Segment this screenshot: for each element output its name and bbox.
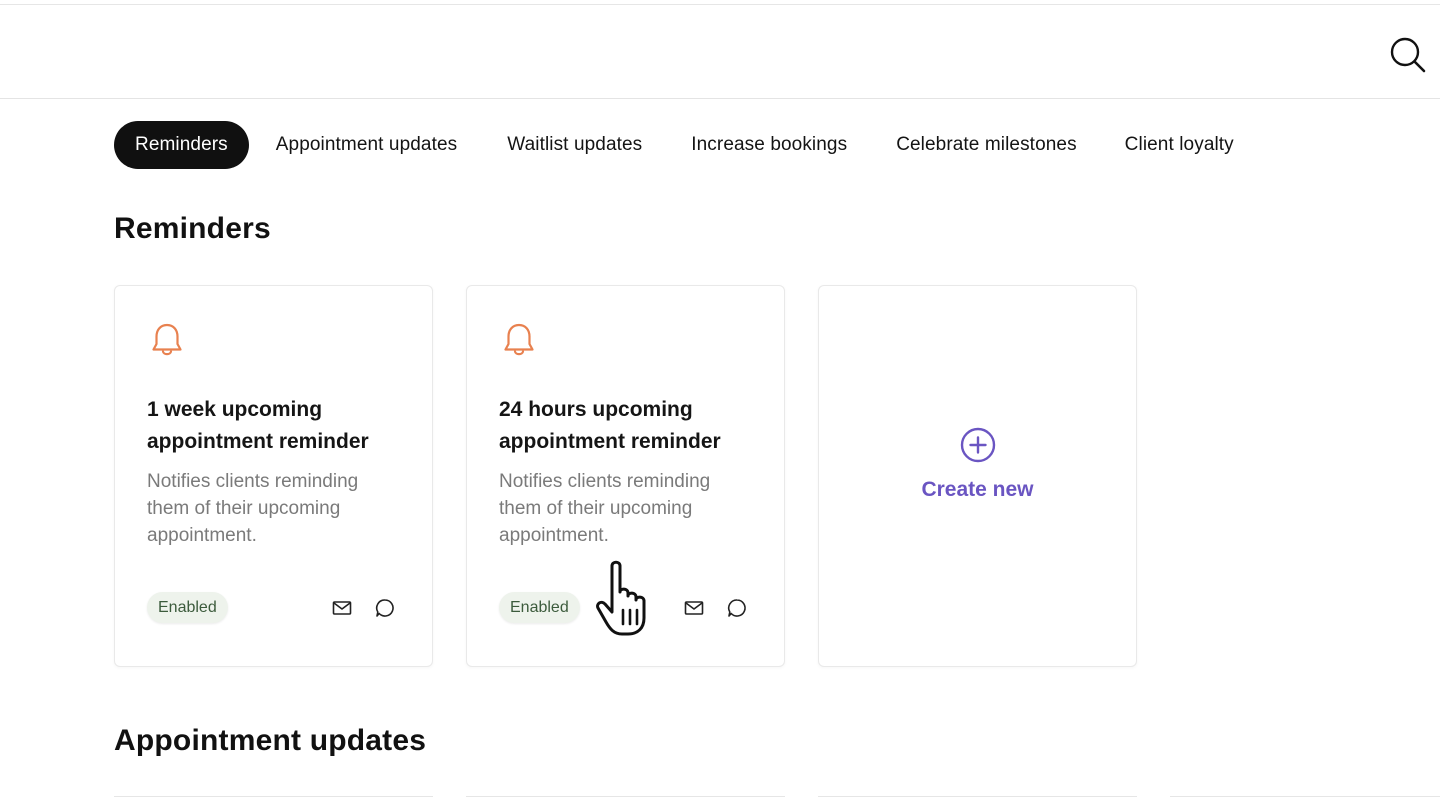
app-header	[0, 5, 1440, 99]
card-top-edge	[114, 796, 433, 804]
card-title: 24 hours upcoming appointment reminder	[499, 398, 721, 453]
create-new-label: Create new	[921, 478, 1034, 501]
email-icon	[332, 601, 352, 615]
search-icon	[1390, 37, 1426, 73]
create-new-card[interactable]: Create new	[818, 285, 1137, 667]
tab-celebrate-milestones[interactable]: Celebrate milestones	[875, 121, 1097, 169]
card-top-edge	[466, 796, 785, 804]
chat-icon	[727, 599, 746, 617]
tab-appointment-updates[interactable]: Appointment updates	[255, 121, 478, 169]
section-title-appointment-updates: Appointment updates	[114, 724, 427, 757]
card-top-edge	[818, 796, 1137, 804]
tab-client-loyalty[interactable]: Client loyalty	[1104, 121, 1255, 169]
status-badge: Enabled	[499, 592, 580, 623]
email-icon	[684, 601, 704, 615]
search-button[interactable]	[1388, 35, 1428, 75]
tab-waitlist-updates[interactable]: Waitlist updates	[486, 121, 663, 169]
plus-circle-icon	[960, 427, 995, 463]
card-title: 1 week upcoming appointment reminder	[147, 398, 369, 453]
section-title-reminders: Reminders	[114, 212, 271, 245]
category-tabs: Reminders Appointment updates Waitlist u…	[114, 121, 1261, 169]
bell-icon	[152, 323, 182, 356]
status-badge: Enabled	[147, 592, 228, 623]
bell-icon	[504, 323, 534, 356]
card-description: Notifies clients reminding them of their…	[499, 471, 711, 546]
tab-reminders[interactable]: Reminders	[114, 121, 249, 169]
reminder-card[interactable]: 1 week upcoming appointment reminder Not…	[114, 285, 433, 667]
card-top-edge	[1170, 796, 1440, 804]
chat-icon	[375, 599, 394, 617]
reminder-card[interactable]: 24 hours upcoming appointment reminder N…	[466, 285, 785, 667]
tab-increase-bookings[interactable]: Increase bookings	[670, 121, 868, 169]
card-description: Notifies clients reminding them of their…	[147, 471, 359, 546]
